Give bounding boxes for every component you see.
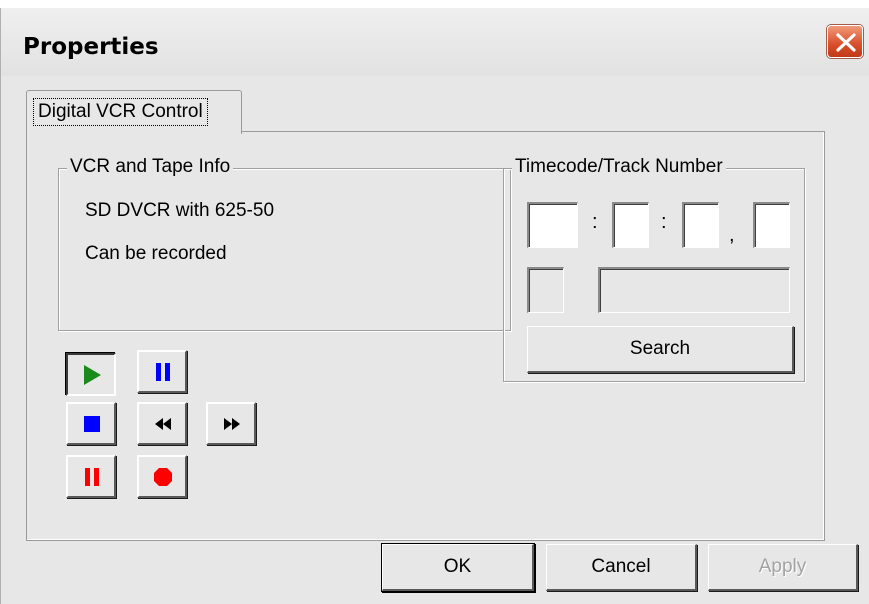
record-pause-button[interactable] <box>66 455 116 498</box>
track-number-field <box>598 267 790 313</box>
timecode-group: Timecode/Track Number : : , Search <box>503 156 805 382</box>
record-button[interactable] <box>137 455 187 498</box>
tab-panel: VCR and Tape Info SD DVCR with 625-50 Ca… <box>26 131 825 541</box>
record-pause-icon <box>85 468 99 486</box>
play-button[interactable] <box>66 353 116 396</box>
tab-label: Digital VCR Control <box>33 98 208 126</box>
cancel-button[interactable]: Cancel <box>546 544 697 591</box>
stop-button[interactable] <box>66 402 116 445</box>
rewind-button[interactable] <box>137 402 187 445</box>
vcr-format-text: SD DVCR with 625-50 <box>85 200 275 221</box>
timecode-title: Timecode/Track Number <box>512 156 726 178</box>
properties-dialog: Properties Digital VCR Control VCR and T… <box>0 8 869 604</box>
fast-forward-button[interactable] <box>206 402 256 445</box>
record-icon <box>154 468 172 486</box>
tab-digital-vcr-control[interactable]: Digital VCR Control <box>26 90 242 134</box>
pause-button[interactable] <box>137 350 187 393</box>
title-bar[interactable]: Properties <box>1 8 869 76</box>
play-icon <box>84 365 101 385</box>
stop-icon <box>84 416 100 432</box>
tape-status-text: Can be recorded <box>85 243 227 264</box>
window-title: Properties <box>23 34 159 60</box>
vcr-tape-info-title: VCR and Tape Info <box>67 156 234 178</box>
hours-field[interactable] <box>527 202 578 248</box>
track-flag-field <box>527 267 564 313</box>
minutes-field[interactable] <box>612 202 649 248</box>
vcr-tape-info-group: VCR and Tape Info SD DVCR with 625-50 Ca… <box>58 156 511 331</box>
search-button[interactable]: Search <box>527 326 794 373</box>
close-button[interactable] <box>827 25 863 58</box>
rewind-icon <box>155 418 171 430</box>
frames-field[interactable] <box>753 202 790 248</box>
ok-button[interactable]: OK <box>382 544 534 591</box>
separator-1: : <box>592 211 598 233</box>
separator-3: , <box>729 224 735 246</box>
separator-2: : <box>661 211 667 233</box>
apply-button: Apply <box>708 544 858 591</box>
fast-forward-icon <box>224 418 240 430</box>
close-x-icon <box>836 33 856 52</box>
seconds-field[interactable] <box>682 202 719 248</box>
pause-icon <box>156 363 170 381</box>
